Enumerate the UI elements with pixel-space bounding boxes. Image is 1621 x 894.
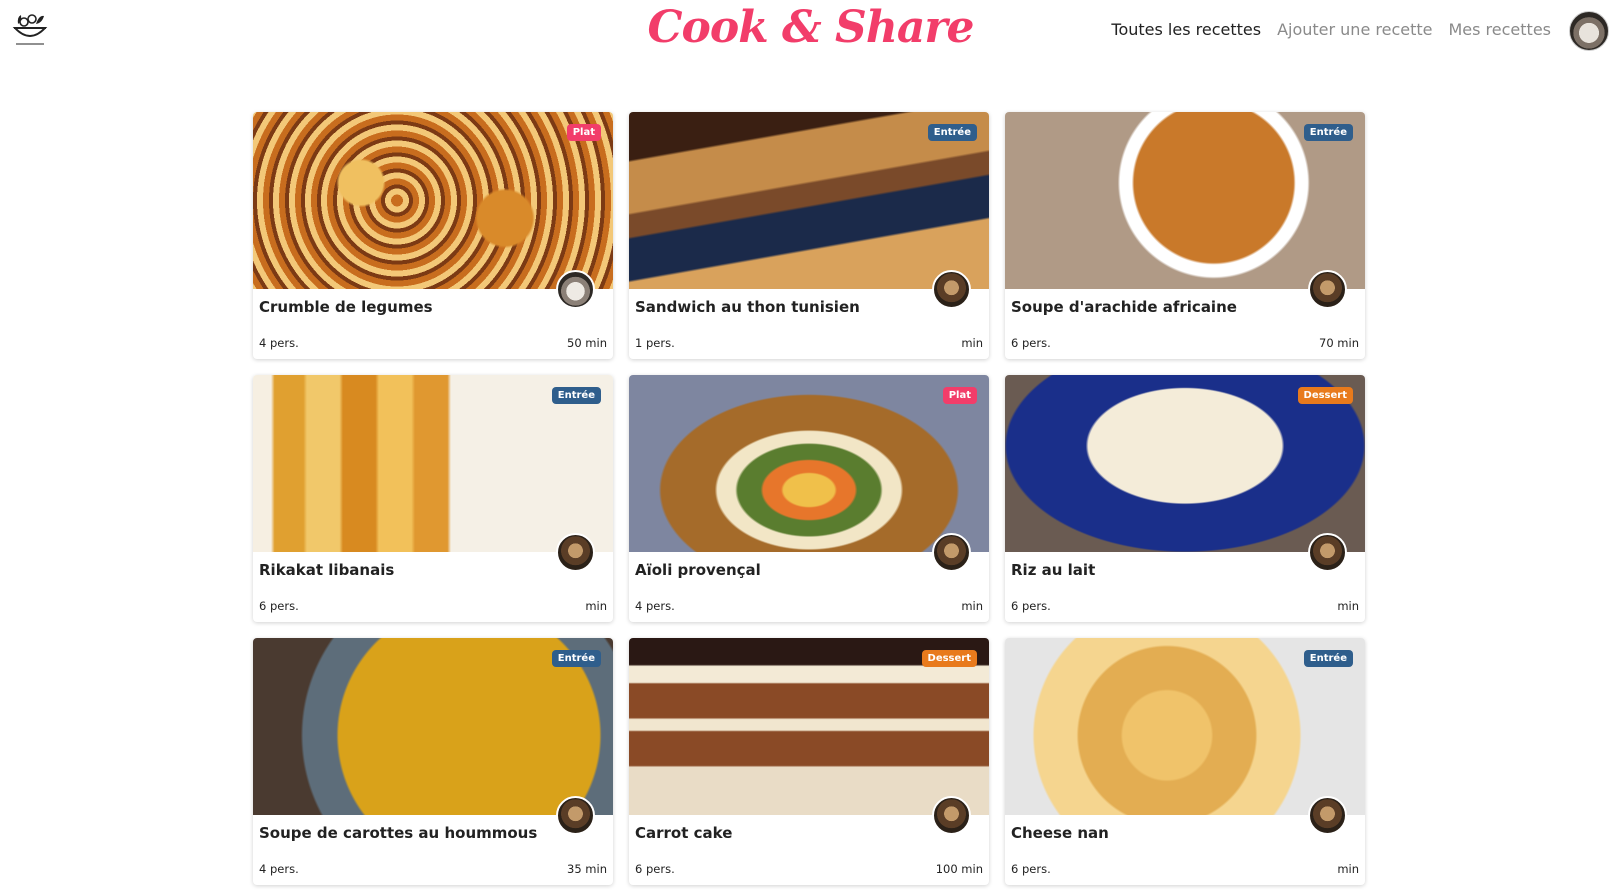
recipe-title: Soupe d'arachide africaine (1011, 298, 1237, 316)
recipe-persons: 4 pers. (635, 599, 675, 613)
author-avatar[interactable] (556, 796, 595, 835)
recipe-time: min (1337, 599, 1359, 613)
recipe-persons: 6 pers. (1011, 599, 1051, 613)
author-avatar[interactable] (1308, 270, 1347, 309)
category-badge: Entrée (927, 124, 977, 141)
recipe-grid: Plat Crumble de legumes 4 pers. 50 min E… (253, 112, 1365, 885)
recipe-persons: 4 pers. (259, 336, 299, 350)
category-badge: Entrée (551, 387, 601, 404)
recipe-meta: 6 pers. min (1011, 599, 1359, 613)
recipe-image: Entrée (253, 375, 613, 552)
recipe-meta: 1 pers. min (635, 336, 983, 350)
main-nav: Toutes les recettes Ajouter une recette … (1111, 20, 1551, 39)
recipe-meta: 6 pers. min (1011, 862, 1359, 876)
recipe-card[interactable]: Entrée Sandwich au thon tunisien 1 pers.… (629, 112, 989, 359)
author-avatar[interactable] (932, 270, 971, 309)
recipe-persons: 6 pers. (259, 599, 299, 613)
salad-bowl-logo-icon[interactable] (12, 10, 48, 48)
recipe-persons: 6 pers. (635, 862, 675, 876)
recipe-time: 35 min (567, 862, 607, 876)
recipe-card[interactable]: Entrée Soupe de carottes au hoummous 4 p… (253, 638, 613, 885)
recipe-card[interactable]: Plat Crumble de legumes 4 pers. 50 min (253, 112, 613, 359)
recipe-title: Rikakat libanais (259, 561, 395, 579)
author-avatar[interactable] (1308, 533, 1347, 572)
recipe-meta: 4 pers. 50 min (259, 336, 607, 350)
category-badge: Entrée (551, 650, 601, 667)
category-badge: Dessert (921, 650, 977, 667)
header: Cook & Share Toutes les recettes Ajouter… (0, 0, 1621, 80)
author-avatar[interactable] (1308, 796, 1347, 835)
recipe-meta: 6 pers. 70 min (1011, 336, 1359, 350)
recipe-title: Cheese nan (1011, 824, 1109, 842)
recipe-title: Carrot cake (635, 824, 733, 842)
recipe-image: Entrée (1005, 112, 1365, 289)
user-avatar[interactable] (1569, 11, 1609, 51)
recipe-card[interactable]: Entrée Rikakat libanais 6 pers. min (253, 375, 613, 622)
recipe-image: Plat (253, 112, 613, 289)
author-avatar[interactable] (556, 270, 595, 309)
author-avatar[interactable] (932, 796, 971, 835)
author-avatar[interactable] (556, 533, 595, 572)
recipe-time: min (1337, 862, 1359, 876)
category-badge: Entrée (1303, 650, 1353, 667)
category-badge: Plat (566, 124, 601, 141)
author-avatar[interactable] (932, 533, 971, 572)
recipe-persons: 6 pers. (1011, 336, 1051, 350)
recipe-time: 100 min (935, 862, 983, 876)
nav-all-recipes[interactable]: Toutes les recettes (1111, 20, 1261, 39)
recipe-title: Riz au lait (1011, 561, 1096, 579)
recipe-time: min (961, 336, 983, 350)
recipe-title: Sandwich au thon tunisien (635, 298, 860, 316)
recipe-title: Soupe de carottes au hoummous (259, 824, 538, 842)
recipe-time: 70 min (1319, 336, 1359, 350)
recipe-title: Aïoli provençal (635, 561, 761, 579)
recipe-time: min (961, 599, 983, 613)
recipe-time: min (585, 599, 607, 613)
category-badge: Plat (942, 387, 977, 404)
recipe-persons: 4 pers. (259, 862, 299, 876)
recipe-meta: 4 pers. 35 min (259, 862, 607, 876)
recipe-card[interactable]: Dessert Riz au lait 6 pers. min (1005, 375, 1365, 622)
recipe-time: 50 min (567, 336, 607, 350)
recipe-image: Entrée (629, 112, 989, 289)
nav-add-recipe[interactable]: Ajouter une recette (1277, 20, 1432, 39)
recipe-image: Dessert (1005, 375, 1365, 552)
recipe-meta: 6 pers. min (259, 599, 607, 613)
category-badge: Dessert (1297, 387, 1353, 404)
recipe-image: Entrée (1005, 638, 1365, 815)
recipe-persons: 1 pers. (635, 336, 675, 350)
recipe-meta: 4 pers. min (635, 599, 983, 613)
recipe-image: Plat (629, 375, 989, 552)
recipe-card[interactable]: Entrée Cheese nan 6 pers. min (1005, 638, 1365, 885)
category-badge: Entrée (1303, 124, 1353, 141)
recipe-title: Crumble de legumes (259, 298, 433, 316)
recipe-card[interactable]: Dessert Carrot cake 6 pers. 100 min (629, 638, 989, 885)
recipe-card[interactable]: Entrée Soupe d'arachide africaine 6 pers… (1005, 112, 1365, 359)
recipe-meta: 6 pers. 100 min (635, 862, 983, 876)
recipe-persons: 6 pers. (1011, 862, 1051, 876)
nav-my-recipes[interactable]: Mes recettes (1448, 20, 1551, 39)
recipe-image: Dessert (629, 638, 989, 815)
recipe-card[interactable]: Plat Aïoli provençal 4 pers. min (629, 375, 989, 622)
recipe-image: Entrée (253, 638, 613, 815)
